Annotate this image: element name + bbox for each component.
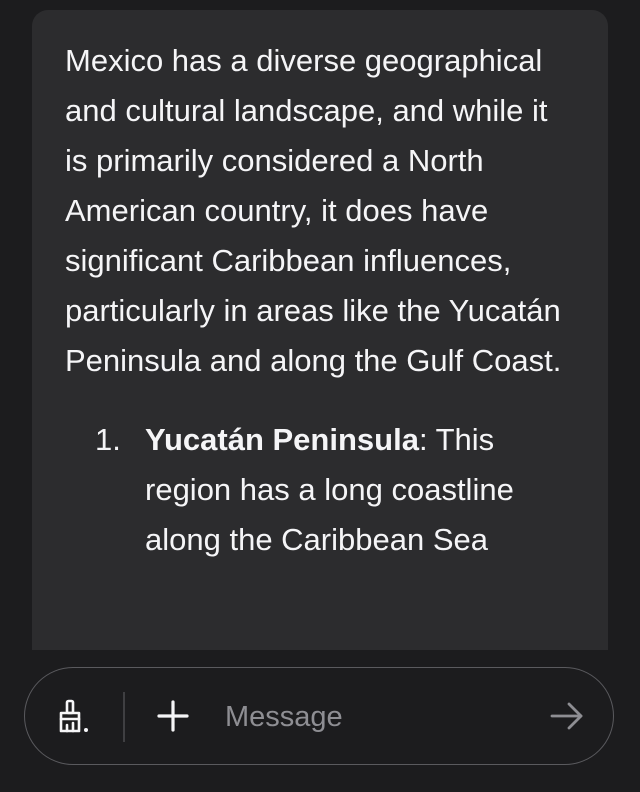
list-item: 1. Yucatán Peninsula: This region has a … (65, 415, 578, 565)
list-item-number: 1. (95, 422, 121, 457)
arrow-right-icon[interactable] (549, 698, 585, 734)
message-numbered-list: 1. Yucatán Peninsula: This region has a … (65, 415, 578, 565)
message-composer (24, 667, 614, 765)
plus-icon[interactable] (157, 700, 189, 732)
paintbrush-icon[interactable] (53, 698, 91, 736)
message-paragraph: Mexico has a diverse geographical and cu… (65, 43, 562, 378)
list-item-title: Yucatán Peninsula (145, 422, 419, 457)
message-input[interactable] (225, 692, 525, 742)
assistant-message-bubble: Mexico has a diverse geographical and cu… (32, 10, 608, 650)
composer-divider (123, 692, 125, 742)
chat-screen: Mexico has a diverse geographical and cu… (0, 0, 640, 792)
message-list[interactable]: Mexico has a diverse geographical and cu… (0, 0, 640, 650)
